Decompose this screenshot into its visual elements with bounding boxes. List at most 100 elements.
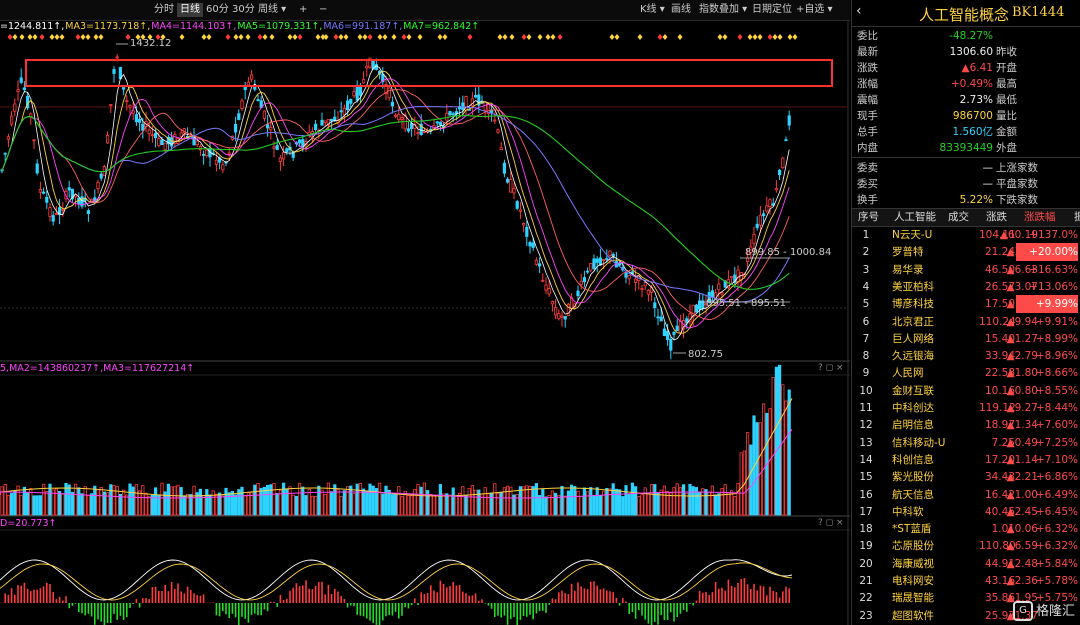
period-button-1[interactable]: 日线 xyxy=(177,3,203,17)
table-row[interactable]: 12 启明信息 18.97 ▲1.34 +7.60% xyxy=(852,416,1080,434)
low-price-label: 802.75 xyxy=(688,349,723,360)
watermark-g-icon: G xyxy=(1012,601,1033,621)
table-row[interactable]: 19 芯原股份 110.80 ▲6.59 +6.32% xyxy=(852,537,1080,555)
stock-change-pct: +7.10% xyxy=(1035,453,1078,466)
period-button-4[interactable]: 周线 ▾ xyxy=(255,3,289,17)
toolbar-button-2[interactable]: 指数叠加 ▾ xyxy=(696,3,750,17)
quote-label-2: 最低 xyxy=(996,94,1017,106)
row-index: 16 xyxy=(859,488,873,501)
column-header-3[interactable]: 涨跌 xyxy=(986,209,1007,226)
period-button-0[interactable]: 分时 xyxy=(151,3,177,17)
table-row[interactable]: 14 科创信息 17.20 ▲1.14 +7.10% xyxy=(852,451,1080,469)
column-header-1[interactable]: 人工智能 xyxy=(894,209,936,226)
stock-name: 博彦科技 xyxy=(892,298,934,311)
table-row[interactable]: 5博彦科技17.50▲1.59+9.99% xyxy=(852,295,1080,314)
sector-name: 人工智能概念 xyxy=(919,6,1010,24)
row-index: 19 xyxy=(859,540,873,553)
quote-row: 总手 1.560亿 金额 xyxy=(852,124,1080,140)
toolbar-button-1[interactable]: 画线 xyxy=(668,3,694,17)
zoom-out-button[interactable]: − xyxy=(316,3,330,17)
row-index: 10 xyxy=(859,384,873,397)
kline-chart[interactable]: 1432.12 802.75 899.85 - 1000.84 895.51 - 89… xyxy=(0,0,850,625)
table-row[interactable]: 11 中科创达 119.12 ▲9.27 +8.44% xyxy=(852,399,1080,417)
table-row[interactable]: 16 航天信息 16.42 ▲1.00 +6.49% xyxy=(852,486,1080,504)
stock-name: 罗普特 xyxy=(892,246,924,259)
ma-label-1: MA3=1173.718↑, xyxy=(65,21,151,32)
row-index: 14 xyxy=(859,453,873,466)
quote-panel: ‹ 人工智能概念 BK1444 委比 -48.27% 最新 1306.60 昨收 涨跌 ▲6… xyxy=(851,0,1080,625)
stock-name: 中科创达 xyxy=(892,402,934,414)
quote-label-2: 上涨家数 xyxy=(996,162,1038,174)
column-header-0[interactable]: 序号 xyxy=(858,209,879,226)
indicator-legend: D=20.773↑ xyxy=(0,518,57,529)
row-index: 8 xyxy=(862,350,870,363)
volume-panel-controls[interactable]: ? ◻ × xyxy=(818,363,844,373)
watermark-logo: G 格隆汇 xyxy=(1012,600,1075,621)
table-row[interactable]: 2罗普特21.24▲3.54+20.00% xyxy=(852,243,1080,262)
row-index: 5 xyxy=(862,298,870,311)
table-row[interactable]: 20 海康威视 44.91 ▲2.48 +5.84% xyxy=(852,555,1080,573)
column-header-2[interactable]: 成交 xyxy=(948,209,969,226)
table-row[interactable]: 7 巨人网络 15.40 ▲1.27 +8.99% xyxy=(852,330,1080,348)
quote-label: 涨跌 xyxy=(857,62,878,74)
stock-change-pct: +137.0% xyxy=(1029,229,1078,241)
chart-area[interactable]: 分时 日线 60分 30分 周线 ▾ + − K线 ▾ 画线 指数叠加 ▾ 日期定位 +自选 ▾ =1… xyxy=(0,0,850,625)
stock-name: 超图软件 xyxy=(892,609,934,622)
table-row[interactable]: 18 *ST蓝盾 1.01 ▲0.06 +6.32% xyxy=(852,520,1080,538)
stock-name: 科创信息 xyxy=(892,453,934,466)
quote-row: 涨跌 ▲6.41 开盘 xyxy=(852,60,1080,76)
stock-change-pct: +8.99% xyxy=(1035,332,1078,345)
quote-label: 内盘 xyxy=(857,142,878,154)
table-row[interactable]: 3 易华录 46.50 ▲6.63 +16.63% xyxy=(852,261,1080,279)
quote-value: 1.560亿 xyxy=(952,126,993,138)
row-index: 23 xyxy=(859,609,873,622)
table-row[interactable]: 17 中科软 40.45 ▲2.45 +6.45% xyxy=(852,503,1080,521)
table-row[interactable]: 6 北京君正 110.24 ▲9.94 +9.91% xyxy=(852,313,1080,331)
stock-table-header[interactable]: 序号 人工智能 成交 涨跌 涨跌幅 振 xyxy=(852,208,1080,227)
quote-row: 委卖 — 上涨家数 xyxy=(852,160,1080,176)
ma-label-2: MA4=1144.103↑, xyxy=(151,21,237,32)
period-button-2[interactable]: 60分 xyxy=(203,3,232,17)
toolbar-button-3[interactable]: 日期定位 xyxy=(749,3,795,17)
stock-change-pct: +7.60% xyxy=(1035,419,1078,432)
ma-label-5: MA7=962.842↑ xyxy=(403,21,480,32)
stock-name: 久远银海 xyxy=(892,350,934,363)
indicator-panel-controls[interactable]: ? ◻ × xyxy=(818,518,844,528)
stock-name: 人民网 xyxy=(892,367,924,380)
quote-label: 委买 xyxy=(857,178,878,190)
toolbar-button-0[interactable]: K线 ▾ xyxy=(637,3,668,17)
stock-change-pct: +5.78% xyxy=(1035,575,1078,587)
stock-change-pct: +6.45% xyxy=(1035,505,1078,518)
quote-row: 涨幅 +0.49% 最高 xyxy=(852,76,1080,92)
sector-code: BK1444 xyxy=(1012,5,1065,20)
column-header-5[interactable]: 振 xyxy=(1074,209,1080,226)
table-row[interactable]: 1 N云天-U 104.11 ▲60.19 +137.0% xyxy=(852,226,1080,244)
table-row[interactable]: 13 信科移动-U 7.25 ▲0.49 +7.25% xyxy=(852,434,1080,452)
back-arrow-icon[interactable]: ‹ xyxy=(856,3,862,19)
column-header-4[interactable]: 涨跌幅 xyxy=(1024,209,1056,226)
table-row[interactable]: 21 电科网安 43.16 ▲2.36 +5.78% xyxy=(852,572,1080,590)
table-row[interactable]: 15 紫光股份 34.43 ▲2.21 +6.86% xyxy=(852,468,1080,486)
row-index: 1 xyxy=(862,229,870,241)
period-button-3[interactable]: 30分 xyxy=(229,3,258,17)
row-index: 7 xyxy=(862,332,870,345)
quote-value: — xyxy=(982,178,994,190)
ma-label-4: MA6=991.187↑, xyxy=(323,21,403,32)
stock-change-pct: +9.99% xyxy=(1016,295,1078,314)
quote-value: 2.73% xyxy=(959,94,993,106)
table-row[interactable]: 4 美亚柏科 26.57 ▲3.07 +13.06% xyxy=(852,278,1080,296)
stock-name: *ST蓝盾 xyxy=(892,523,932,536)
row-index: 11 xyxy=(859,402,873,414)
row-index: 15 xyxy=(859,471,873,484)
table-row[interactable]: 10 金财互联 10.16 ▲0.80 +8.55% xyxy=(852,382,1080,400)
quote-label-2: 开盘 xyxy=(996,62,1017,74)
zoom-in-button[interactable]: + xyxy=(296,3,310,17)
row-index: 22 xyxy=(859,592,873,605)
stock-change-pct: +8.96% xyxy=(1035,350,1078,363)
row-index: 20 xyxy=(859,557,873,570)
chart-toolbar: 分时 日线 60分 30分 周线 ▾ + − K线 ▾ 画线 指数叠加 ▾ 日期定位 +自选 ▾ xyxy=(0,0,850,21)
toolbar-button-4[interactable]: +自选 ▾ xyxy=(793,3,836,17)
table-row[interactable]: 8 久远银海 33.94 ▲2.79 +8.96% xyxy=(852,347,1080,365)
table-row[interactable]: 9 人民网 22.58 ▲1.80 +8.66% xyxy=(852,364,1080,382)
volume-ma-legend: 5,MA2=143860237↑,MA3=117627214↑ xyxy=(0,363,195,374)
